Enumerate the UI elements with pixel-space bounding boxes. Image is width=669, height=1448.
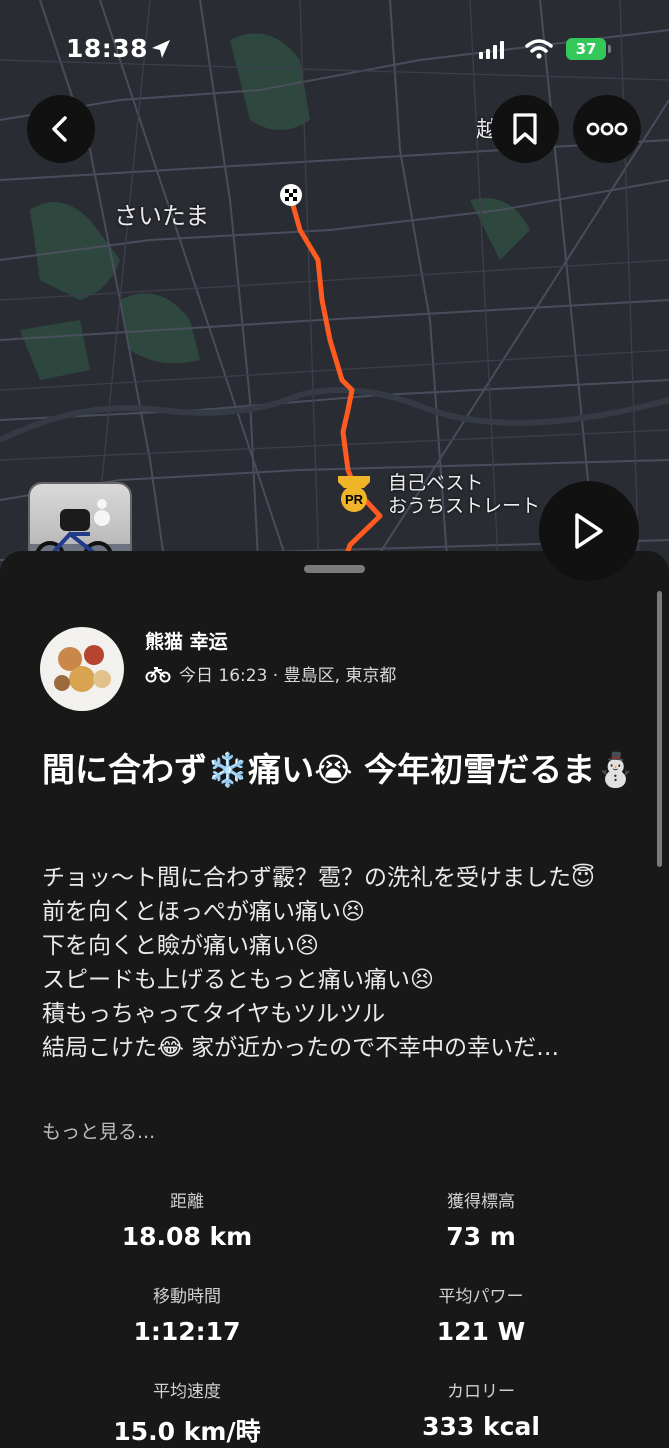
description-line: スピードも上げるともっと痛い痛い😣 bbox=[42, 967, 434, 993]
stat-moving-time: 移動時間 1:12:17 bbox=[37, 1282, 337, 1346]
pr-badge-icon[interactable]: PR bbox=[334, 474, 374, 514]
activity-meta: 今日 16:23 · 豊島区, 東京都 bbox=[145, 661, 396, 686]
stat-value: 1:12:17 bbox=[133, 1317, 241, 1346]
bookmark-icon bbox=[513, 113, 537, 145]
stat-label: 距離 bbox=[170, 1192, 204, 1212]
pr-label-line1: 自己ベスト bbox=[388, 472, 484, 494]
description-line: 積もっちゃってタイヤもツルツル bbox=[42, 1001, 386, 1027]
activity-title: 間に合わず❄️痛い😭 今年初雪だるま⛄ bbox=[42, 750, 637, 789]
activity-details-sheet[interactable]: 熊猫 幸运 今日 16:23 · 豊島区, 東京都 間に合わず❄️痛い😭 今年初… bbox=[0, 551, 669, 1448]
stat-elevation-gain: 獲得標高 73 m bbox=[331, 1187, 631, 1251]
stat-calories: カロリー 333 kcal bbox=[331, 1377, 631, 1441]
more-options-button[interactable] bbox=[573, 95, 641, 163]
stat-value: 73 m bbox=[446, 1222, 516, 1251]
signal-icon bbox=[479, 41, 504, 59]
segment-pr-label[interactable]: 自己ベスト おうちストレート bbox=[388, 472, 540, 518]
play-flyover-button[interactable] bbox=[539, 481, 639, 581]
stat-label: 獲得標高 bbox=[447, 1192, 515, 1212]
see-more-link[interactable]: もっと見る... bbox=[42, 1117, 155, 1144]
stat-value: 18.08 km bbox=[121, 1222, 253, 1251]
stat-average-speed: 平均速度 15.0 km/時 bbox=[37, 1377, 337, 1448]
activity-time-location: 今日 16:23 · 豊島区, 東京都 bbox=[179, 666, 397, 686]
pr-label-line2: おうちストレート bbox=[388, 495, 541, 517]
stat-label: カロリー bbox=[447, 1382, 515, 1402]
stat-distance: 距離 18.08 km bbox=[37, 1187, 337, 1251]
wifi-icon bbox=[525, 39, 553, 59]
stat-value: 15.0 km/時 bbox=[113, 1417, 261, 1446]
avatar[interactable] bbox=[40, 627, 124, 711]
back-chevron-icon bbox=[52, 116, 67, 142]
description-line: 結局こけた😂 家が近かったので不幸中の幸いだ… bbox=[42, 1035, 560, 1061]
battery-tip bbox=[608, 45, 611, 53]
description-line: 下を向くと瞼が痛い痛い😣 bbox=[42, 933, 319, 959]
stat-value: 121 W bbox=[436, 1317, 526, 1346]
activity-description: チョッ〜ト間に合わず霰？雹？の洗礼を受けました😇 前を向くとほっぺが痛い痛い😣 … bbox=[42, 861, 642, 1065]
back-button[interactable] bbox=[27, 95, 95, 163]
user-name[interactable]: 熊猫 幸运 bbox=[145, 627, 228, 654]
stat-label: 移動時間 bbox=[153, 1287, 221, 1307]
bike-icon bbox=[145, 666, 171, 682]
more-dots-icon bbox=[586, 122, 628, 136]
stat-label: 平均パワー bbox=[438, 1287, 524, 1307]
description-line: 前を向くとほっぺが痛い痛い😣 bbox=[42, 899, 365, 925]
finish-flag-icon bbox=[280, 184, 302, 206]
stat-average-power: 平均パワー 121 W bbox=[331, 1282, 631, 1346]
location-arrow-icon bbox=[152, 40, 170, 58]
description-line: チョッ〜ト間に合わず霰？雹？の洗礼を受けました😇 bbox=[42, 865, 595, 891]
pr-badge-text: PR bbox=[345, 492, 364, 507]
status-bar: 18:38 37 bbox=[0, 30, 669, 70]
bookmark-button[interactable] bbox=[491, 95, 559, 163]
status-time: 18:38 bbox=[66, 34, 149, 63]
stat-value: 333 kcal bbox=[422, 1412, 540, 1441]
stat-label: 平均速度 bbox=[153, 1382, 221, 1402]
play-icon bbox=[575, 513, 603, 549]
city-label: さいたま bbox=[114, 202, 210, 230]
battery-indicator: 37 bbox=[566, 38, 606, 60]
scrollbar[interactable] bbox=[657, 591, 662, 867]
sheet-drag-handle[interactable] bbox=[304, 565, 365, 573]
